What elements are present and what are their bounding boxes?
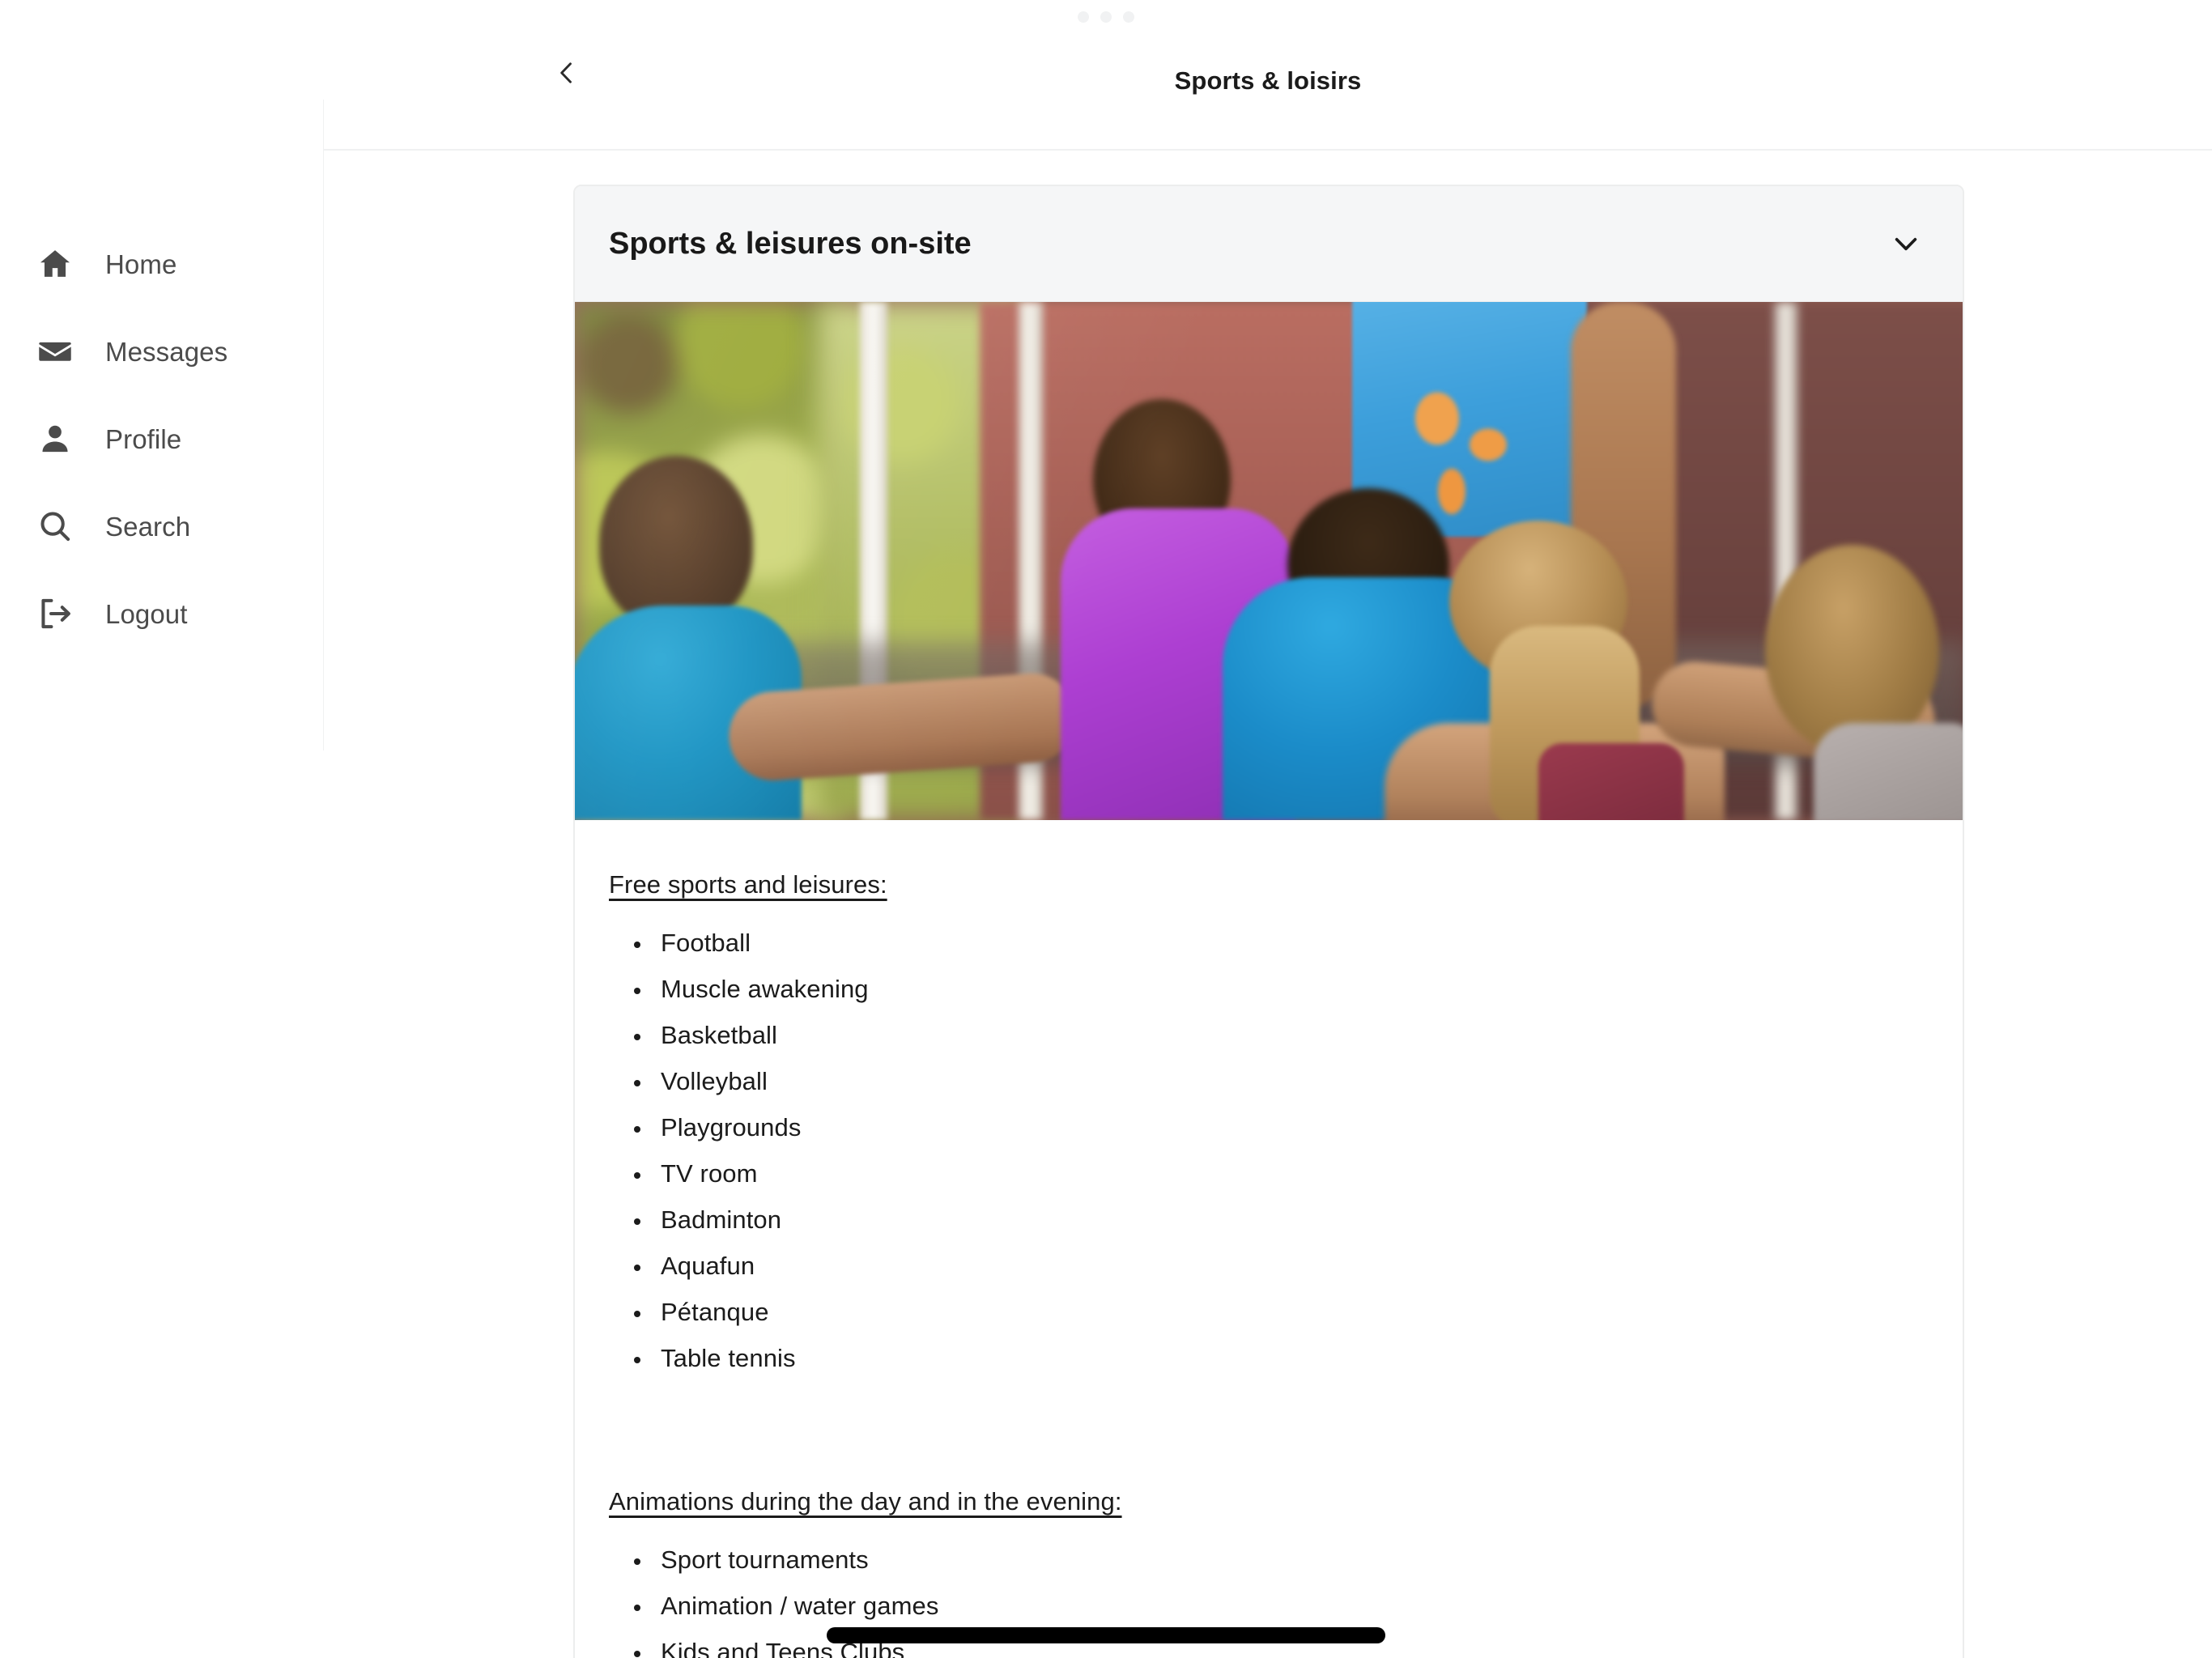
sidebar-item-messages[interactable]: Messages <box>0 308 324 395</box>
chevron-down-icon[interactable] <box>1883 221 1929 266</box>
sidebar-item-home[interactable]: Home <box>0 220 324 308</box>
hero-image <box>575 302 1963 820</box>
list-item: Playgrounds <box>653 1115 1929 1140</box>
drag-dot <box>1078 11 1089 23</box>
window-drag-handle[interactable] <box>0 11 2212 23</box>
sidebar-item-label: Search <box>105 511 191 542</box>
list-item: Basketball <box>653 1022 1929 1048</box>
content-area: Sports & leisures on-site Free sports an… <box>324 151 2212 1658</box>
list-item: Aquafun <box>653 1253 1929 1278</box>
sidebar-item-label: Home <box>105 249 177 279</box>
home-icon <box>34 243 76 285</box>
list-item: Sport tournaments <box>653 1547 1929 1572</box>
list-item: Football <box>653 930 1929 955</box>
sidebar-item-label: Profile <box>105 423 182 454</box>
free-sports-list: Football Muscle awakening Basketball Vol… <box>653 930 1929 1371</box>
sidebar-item-search[interactable]: Search <box>0 483 324 570</box>
sidebar-nav: Home Messages Profile Search Logout <box>0 220 324 657</box>
section-heading: Animations during the day and in the eve… <box>609 1487 1122 1516</box>
envelope-icon <box>34 330 76 372</box>
logout-icon <box>34 593 76 635</box>
list-item: Badminton <box>653 1207 1929 1232</box>
list-item: Volleyball <box>653 1069 1929 1094</box>
home-indicator[interactable] <box>827 1627 1385 1643</box>
list-item: Animation / water games <box>653 1593 1929 1618</box>
accordion-card: Sports & leisures on-site Free sports an… <box>573 185 1964 1658</box>
sidebar-item-label: Messages <box>105 336 228 367</box>
accordion-body: Free sports and leisures: Football Muscl… <box>575 820 1963 1658</box>
sidebar-item-logout[interactable]: Logout <box>0 570 324 657</box>
sidebar-item-label: Logout <box>105 598 188 629</box>
section-free-sports: Free sports and leisures: Football Muscl… <box>609 870 1929 1371</box>
sidebar: Home Messages Profile Search Logout <box>0 0 325 1658</box>
list-item: Muscle awakening <box>653 976 1929 1001</box>
drag-dot <box>1123 11 1134 23</box>
page-title: Sports & loisirs <box>1174 66 1362 95</box>
person-icon <box>34 418 76 460</box>
drag-dot <box>1100 11 1112 23</box>
sidebar-item-profile[interactable]: Profile <box>0 395 324 483</box>
list-item: Table tennis <box>653 1346 1929 1371</box>
app-root: Home Messages Profile Search Logout Spor… <box>0 0 2212 1658</box>
accordion-header[interactable]: Sports & leisures on-site <box>575 186 1963 302</box>
search-icon <box>34 505 76 547</box>
accordion-title: Sports & leisures on-site <box>609 226 972 261</box>
list-item: TV room <box>653 1161 1929 1186</box>
section-heading: Free sports and leisures: <box>609 870 887 899</box>
list-item: Pétanque <box>653 1299 1929 1324</box>
